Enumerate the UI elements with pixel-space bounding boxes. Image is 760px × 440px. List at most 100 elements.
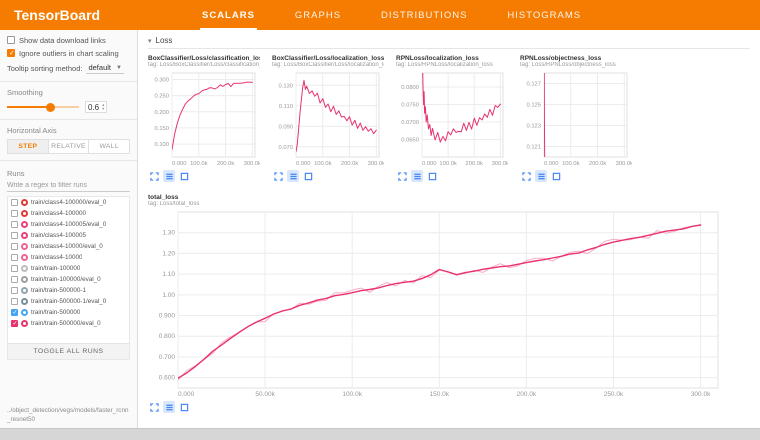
run-row[interactable]: train/class4-100005/eval_0 — [8, 219, 129, 230]
run-checkbox[interactable] — [11, 276, 18, 283]
run-checkbox[interactable] — [11, 232, 18, 239]
svg-text:0.0650: 0.0650 — [401, 138, 419, 144]
objectness-loss-chart[interactable]: 0.1210.1230.1250.1270.000100.0k200.0k300… — [520, 70, 632, 168]
show-download-links-option[interactable]: Show data download links — [7, 36, 130, 45]
axis-relative-button[interactable]: RELATIVE — [49, 139, 90, 154]
svg-text:0.070: 0.070 — [278, 145, 293, 151]
run-row[interactable]: train/train-100000 — [8, 263, 129, 274]
ignore-outliers-label: Ignore outliers in chart scaling — [19, 49, 119, 58]
run-label: train/train-500000 — [31, 309, 80, 316]
sidebar: Show data download links Ignore outliers… — [0, 30, 138, 428]
run-label: train/class4-10000/eval_0 — [31, 243, 103, 250]
chart-data-icon[interactable] — [411, 170, 423, 182]
chart-data-icon[interactable] — [535, 170, 547, 182]
svg-text:0.130: 0.130 — [278, 83, 293, 89]
svg-text:50.00k: 50.00k — [255, 391, 275, 398]
box-localization-loss-chart[interactable]: 0.0700.0900.1100.1300.000100.0k200.0k300… — [272, 70, 384, 168]
chart-data-icon[interactable] — [163, 170, 175, 182]
svg-text:0.000: 0.000 — [178, 391, 195, 398]
run-checkbox[interactable] — [11, 265, 18, 272]
runs-filter-input[interactable] — [7, 180, 130, 192]
run-checkbox[interactable] — [11, 254, 18, 261]
chart-title: RPNLoss/objectness_loss — [520, 55, 632, 62]
svg-text:1.10: 1.10 — [162, 271, 175, 278]
run-checkbox[interactable] — [11, 320, 18, 327]
run-color-ring-icon — [21, 232, 28, 239]
tooltip-sorting-label: Tooltip sorting method: — [7, 64, 82, 73]
smoothing-value-stepper[interactable]: 0.6 ▴▾ — [85, 101, 107, 113]
smoothing-slider[interactable] — [7, 106, 79, 108]
run-row[interactable]: train/train-100000/eval_0 — [8, 274, 129, 285]
pin-chart-icon[interactable] — [178, 170, 190, 182]
rpn-localization-loss-chart[interactable]: 0.06500.07000.07500.08000.000100.0k200.0… — [396, 70, 508, 168]
run-row[interactable]: train/class4-100005 — [8, 230, 129, 241]
tab-distributions[interactable]: DISTRIBUTIONS — [379, 1, 469, 30]
run-checkbox[interactable] — [11, 243, 18, 250]
chart-tag: tag: Loss/RPNLoss/objectness_loss — [520, 62, 632, 68]
pin-chart-icon[interactable] — [302, 170, 314, 182]
ignore-outliers-checkbox[interactable] — [7, 49, 15, 57]
pin-chart-icon[interactable] — [178, 401, 190, 413]
run-row[interactable]: train/train-500000-1/eval_0 — [8, 296, 129, 307]
run-row[interactable]: train/train-500000/eval_0 — [8, 318, 129, 329]
run-color-ring-icon — [21, 243, 28, 250]
svg-text:0.127: 0.127 — [526, 82, 541, 88]
svg-text:100.0k: 100.0k — [190, 161, 208, 167]
svg-text:300.0k: 300.0k — [244, 161, 260, 167]
svg-text:300.0k: 300.0k — [492, 161, 508, 167]
horizontal-scrollbar[interactable] — [0, 428, 760, 440]
run-checkbox[interactable] — [11, 221, 18, 228]
tab-scalars[interactable]: SCALARS — [200, 1, 257, 30]
svg-text:300.0k: 300.0k — [616, 161, 632, 167]
smoothing-slider-thumb[interactable] — [46, 103, 55, 112]
chart-data-icon[interactable] — [163, 401, 175, 413]
run-color-ring-icon — [21, 265, 28, 272]
run-row[interactable]: train/class4-10000 — [8, 252, 129, 263]
tooltip-sorting-dropdown[interactable]: default ▼ — [86, 62, 123, 74]
run-row[interactable]: train/train-500000 — [8, 307, 129, 318]
runs-list[interactable]: train/class4-100000/eval_0train/class4-1… — [8, 197, 129, 343]
run-color-ring-icon — [21, 210, 28, 217]
fullscreen-icon[interactable] — [148, 170, 160, 182]
pin-chart-icon[interactable] — [550, 170, 562, 182]
total-loss-chart[interactable]: 0.6000.7000.8000.9001.001.101.201.300.00… — [148, 209, 723, 399]
stepper-arrows-icon[interactable]: ▴▾ — [102, 103, 104, 111]
loss-section-header[interactable]: ▾ Loss — [148, 34, 750, 49]
fullscreen-icon[interactable] — [396, 170, 408, 182]
svg-text:0.0800: 0.0800 — [401, 85, 419, 91]
run-checkbox[interactable] — [11, 287, 18, 294]
classification-loss-chart[interactable]: 0.1000.1500.2000.2500.3000.000100.0k200.… — [148, 70, 260, 168]
axis-step-button[interactable]: STEP — [7, 139, 49, 154]
fullscreen-icon[interactable] — [148, 401, 160, 413]
svg-text:250.0k: 250.0k — [604, 391, 624, 398]
run-row[interactable]: train/class4-100000 — [8, 208, 129, 219]
fullscreen-icon[interactable] — [520, 170, 532, 182]
ignore-outliers-option[interactable]: Ignore outliers in chart scaling — [7, 49, 130, 58]
run-row[interactable]: train/class4-10000/eval_0 — [8, 241, 129, 252]
tab-graphs[interactable]: GRAPHS — [293, 1, 343, 30]
run-label: train/train-100000/eval_0 — [31, 276, 101, 283]
svg-text:200.0k: 200.0k — [589, 161, 607, 167]
chart-tag: tag: Loss/BoxClassifier/Loss/classificat… — [148, 62, 260, 68]
fullscreen-icon[interactable] — [272, 170, 284, 182]
chart-tag: tag: Loss/BoxClassifier/Loss/localizatio… — [272, 62, 384, 68]
run-checkbox[interactable] — [11, 298, 18, 305]
svg-text:0.600: 0.600 — [159, 375, 176, 382]
toggle-all-runs-button[interactable]: TOGGLE ALL RUNS — [8, 343, 129, 359]
chart-title: RPNLoss/localization_loss — [396, 55, 508, 62]
run-checkbox[interactable] — [11, 309, 18, 316]
run-row[interactable]: train/train-500000-1 — [8, 285, 129, 296]
run-checkbox[interactable] — [11, 210, 18, 217]
show-download-links-checkbox[interactable] — [7, 36, 15, 44]
log-directory-path: ../object_detection/vegs/models/faster_r… — [0, 403, 137, 428]
nav-tabs: SCALARS GRAPHS DISTRIBUTIONS HISTOGRAMS — [200, 1, 583, 30]
run-checkbox[interactable] — [11, 199, 18, 206]
chart-data-icon[interactable] — [287, 170, 299, 182]
run-color-ring-icon — [21, 199, 28, 206]
pin-chart-icon[interactable] — [426, 170, 438, 182]
run-row[interactable]: train/class4-100000/eval_0 — [8, 197, 129, 208]
smoothing-label: Smoothing — [7, 88, 130, 97]
axis-wall-button[interactable]: WALL — [89, 139, 130, 154]
chart-card-total-loss: total_loss tag: Loss/total_loss 0.6000.7… — [148, 194, 750, 413]
tab-histograms[interactable]: HISTOGRAMS — [505, 1, 583, 30]
